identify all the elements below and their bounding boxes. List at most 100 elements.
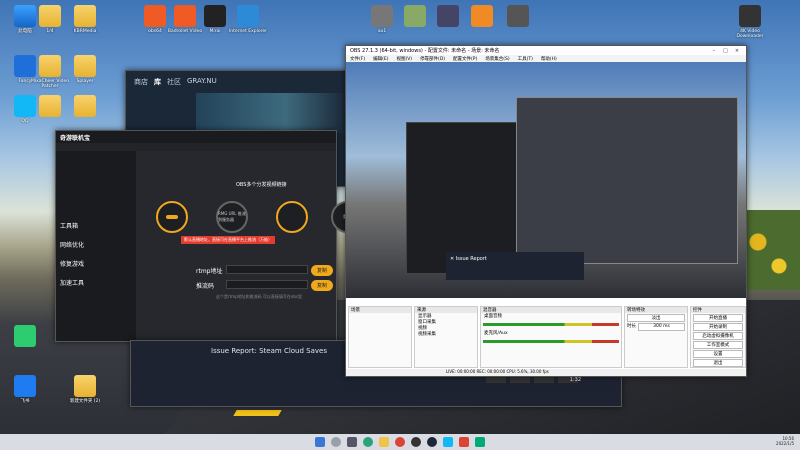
nested-issue: ✕ Issue Report <box>446 252 584 280</box>
side-menu-tools[interactable]: 加速工具 <box>60 278 132 287</box>
side-menu-repair[interactable]: 修复游戏 <box>60 259 132 268</box>
steam-nav-user[interactable]: GRAY.NU <box>187 77 217 87</box>
obs-title: OBS 27.1.3 (64-bit, windows) - 配置文件: 未命名… <box>350 48 500 54</box>
desktop-icon-folder[interactable]: 1/4 <box>30 5 70 34</box>
close-icon[interactable]: × <box>732 48 742 54</box>
clock[interactable]: 10:56 2022/1/5 <box>776 436 794 446</box>
obs-window[interactable]: OBS 27.1.3 (64-bit, windows) - 配置文件: 未命名… <box>345 45 747 377</box>
desktop-icon-folder[interactable]: MixaCheer Video Patcher <box>30 55 70 89</box>
obs-docks: 场景 来源 显示器 窗口采集 视频 视频采集 混音器 桌面音频 麦克风/Aux … <box>346 298 746 376</box>
desktop-icon-folder[interactable] <box>30 95 70 119</box>
clock-date: 2022/1/5 <box>776 441 794 446</box>
controls-dock[interactable]: 控件 开始直播 开始录制 启动虚拟摄像机 工作室模式 设置 退出 <box>690 306 746 368</box>
copy-key-button[interactable]: 复制 <box>311 280 334 291</box>
steam-nav-library[interactable]: 库 <box>154 77 161 87</box>
start-streaming-button[interactable]: 开始直播 <box>693 314 743 322</box>
side-menu-network[interactable]: 网络优化 <box>60 240 132 249</box>
menu-profile[interactable]: 配置文件(P) <box>453 56 477 62</box>
desktop-icon-folder[interactable]: Splayer <box>65 55 105 84</box>
footer-note: 这个是rtmp地址和推流码 可以直接填写在obs里 <box>216 294 302 299</box>
settings-button[interactable]: 设置 <box>693 350 743 358</box>
file-explorer-icon[interactable] <box>379 437 389 447</box>
menu-edit[interactable]: 编辑(E) <box>373 56 388 62</box>
folder-icon <box>74 375 96 397</box>
node-rmg[interactable]: RMG URL 推流到服务器 <box>216 201 248 233</box>
menu-view[interactable]: 视图(V) <box>396 56 412 62</box>
desktop-icon-label: 飞书 <box>20 399 30 404</box>
node-start[interactable] <box>156 201 188 233</box>
ie-icon <box>237 5 259 27</box>
desktop-icon-music[interactable] <box>5 325 45 349</box>
desktop-icon-label: 新建文件夹 (2) <box>69 399 101 404</box>
steam-nav: 商店 库 社区 GRAY.NU <box>126 71 346 93</box>
edge-icon[interactable] <box>363 437 373 447</box>
orange-icon <box>174 5 196 27</box>
source-item[interactable]: 视频采集 <box>415 331 477 337</box>
duration-label: 时长 <box>627 324 636 329</box>
menu-tools[interactable]: 工具(T) <box>518 56 533 62</box>
transition-dock[interactable]: 转场特效 淡出 时长 300 ms <box>624 306 688 368</box>
sources-dock[interactable]: 来源 显示器 窗口采集 视频 视频采集 <box>414 306 478 368</box>
mixer-dock[interactable]: 混音器 桌面音频 麦克风/Aux <box>480 306 622 368</box>
desktop-icon-ie[interactable]: Internet Explorer <box>228 5 268 34</box>
rtmp-input[interactable] <box>226 265 308 274</box>
chrome-icon[interactable] <box>395 437 405 447</box>
desktop-icon-k4[interactable]: 4K Video Downloader <box>730 5 770 39</box>
mixer-track-label: 麦克风/Aux <box>484 331 508 336</box>
desktop-icon-bird[interactable]: 飞书 <box>5 375 45 404</box>
store-icon[interactable] <box>475 437 485 447</box>
issue-title[interactable]: Issue Report: Steam Cloud Saves <box>211 347 327 355</box>
desktop-icon-folder[interactable]: 新建文件夹 (2) <box>65 375 105 404</box>
transition-select[interactable]: 淡出 <box>627 314 685 322</box>
folder-icon <box>74 95 96 117</box>
desktop-icon-orange2[interactable] <box>462 5 502 29</box>
side-menu-toolbox[interactable]: 工具箱 <box>60 221 132 230</box>
volume-meter[interactable] <box>483 340 619 343</box>
node-server[interactable] <box>276 201 308 233</box>
accelerator-main: OBS多个分发视频链接 RMG URL 推流到服务器 重启 默认直播地址，直接可… <box>136 151 363 341</box>
key-input[interactable] <box>226 280 308 289</box>
desktop-icon-folder[interactable] <box>65 95 105 119</box>
obs-icon[interactable] <box>411 437 421 447</box>
mixer-track-label: 桌面音频 <box>484 314 502 319</box>
orange-icon <box>144 5 166 27</box>
minimize-icon[interactable]: – <box>709 48 719 54</box>
virtual-camera-button[interactable]: 启动虚拟摄像机 <box>693 332 743 340</box>
folder-icon <box>39 5 61 27</box>
steam-icon[interactable] <box>427 437 437 447</box>
duration-input[interactable]: 300 ms <box>638 323 685 331</box>
menu-help[interactable]: 帮助(H) <box>541 56 557 62</box>
desktop-icon-art4[interactable] <box>498 5 538 29</box>
menu-scene-collection[interactable]: 场景集合(S) <box>485 56 509 62</box>
accelerator-window[interactable]: 奇游联机宝 工具箱 网络优化 修复游戏 加速工具 OBS多个分发视频链接 RMG… <box>55 130 363 342</box>
start-recording-button[interactable]: 开始录制 <box>693 323 743 331</box>
obs-statusbar: LIVE: 00:00:00 REC: 00:00:00 CPU: 5.6%, … <box>346 369 746 376</box>
search-icon[interactable] <box>331 437 341 447</box>
desktop-icon-label: QQ <box>21 119 29 124</box>
volume-meter[interactable] <box>483 323 619 326</box>
start-icon[interactable] <box>315 437 325 447</box>
qq-icon[interactable] <box>443 437 453 447</box>
menu-file[interactable]: 文件(F) <box>350 56 365 62</box>
menu-docks[interactable]: 停靠部件(D) <box>420 56 445 62</box>
art2-icon <box>404 5 426 27</box>
dark-icon <box>204 5 226 27</box>
obs-titlebar: OBS 27.1.3 (64-bit, windows) - 配置文件: 未命名… <box>346 46 746 55</box>
steam-nav-community[interactable]: 社区 <box>167 77 181 87</box>
steam-nav-store[interactable]: 商店 <box>134 77 148 87</box>
art1-icon <box>371 5 393 27</box>
taskbar: 10:56 2022/1/5 <box>0 434 800 450</box>
copy-rtmp-button[interactable]: 复制 <box>311 265 334 276</box>
task-view-icon[interactable] <box>347 437 357 447</box>
scene-dock[interactable]: 场景 <box>348 306 412 368</box>
folder-icon <box>39 95 61 117</box>
accelerator-sidebar: 工具箱 网络优化 修复游戏 加速工具 <box>56 151 136 341</box>
app-icon[interactable] <box>459 437 469 447</box>
k4-icon <box>739 5 761 27</box>
desktop-icon-folder[interactable]: KBRMedia <box>65 5 105 34</box>
exit-button[interactable]: 退出 <box>693 359 743 367</box>
desktop-background: 此电脑 1/4 KBRMedia Fancy MixaCheer Video Patch… <box>0 0 800 450</box>
studio-mode-button[interactable]: 工作室模式 <box>693 341 743 349</box>
maximize-icon[interactable]: □ <box>720 48 730 54</box>
nested-obs <box>516 97 738 264</box>
